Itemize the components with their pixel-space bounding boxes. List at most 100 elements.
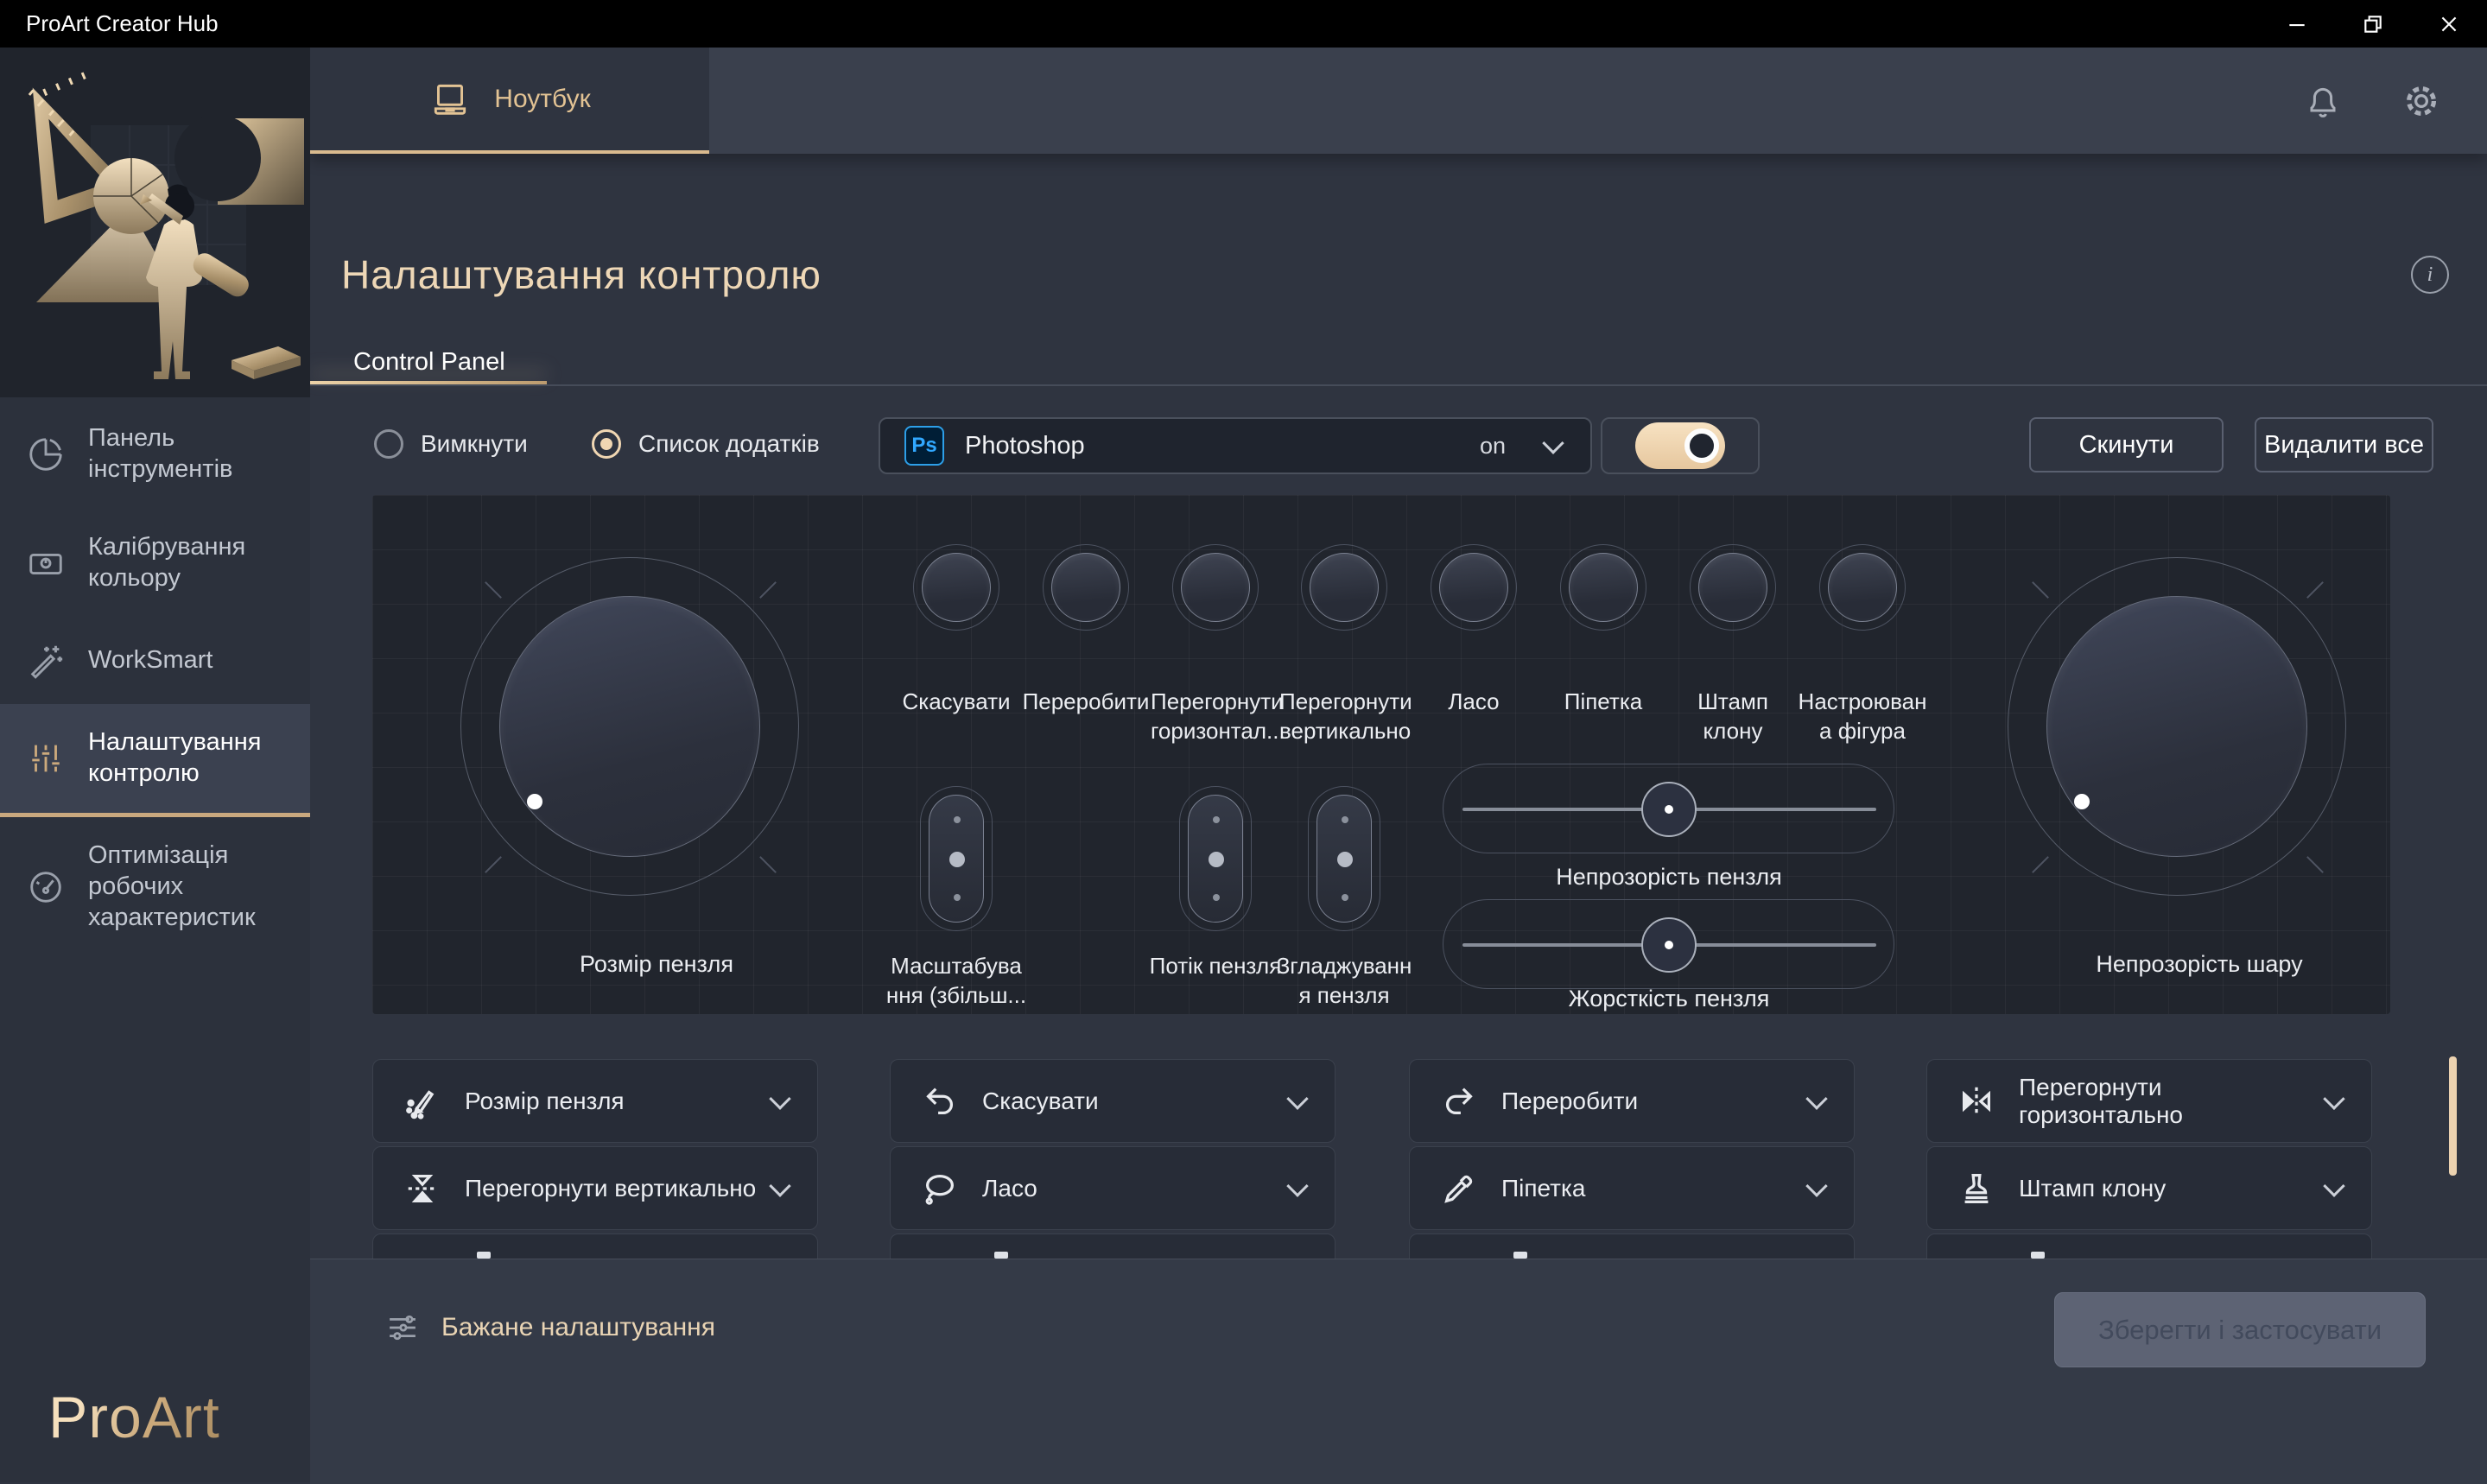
assignment-card-partial[interactable] bbox=[1409, 1233, 1855, 1259]
knob-button-undo[interactable] bbox=[913, 544, 999, 631]
h-slider-label: Жорсткість пензля bbox=[1496, 984, 1842, 1015]
sidebar-item-label: Калібрування кольору bbox=[88, 532, 245, 594]
sidebar-menu: Панель інструментів Калібрування кольору… bbox=[0, 400, 310, 957]
sidebar: Панель інструментів Калібрування кольору… bbox=[0, 48, 310, 1482]
dial-brush-size[interactable] bbox=[460, 557, 799, 896]
assignment-card-partial[interactable] bbox=[372, 1233, 818, 1259]
assignment-card-label: Перегорнути вертикально bbox=[465, 1175, 756, 1202]
assignment-card-label: Штамп клону bbox=[2019, 1175, 2166, 1202]
close-button[interactable] bbox=[2411, 0, 2487, 48]
chevron-down-icon[interactable] bbox=[1805, 1088, 1827, 1109]
knob-button-flip-vertical[interactable] bbox=[1301, 544, 1387, 631]
v-slider-zoom[interactable] bbox=[920, 786, 993, 931]
app-enable-toggle[interactable] bbox=[1635, 422, 1725, 469]
assignment-card-label: Переробити bbox=[1501, 1088, 1638, 1115]
app-select-dropdown[interactable]: Ps Photoshop on bbox=[879, 417, 1592, 474]
proart-logo: ProArt bbox=[48, 1384, 220, 1451]
v-slider-label: Згладжуванн я пензля bbox=[1249, 951, 1439, 1011]
tab-laptop-label: Ноутбук bbox=[494, 85, 590, 114]
chevron-down-icon[interactable] bbox=[1805, 1175, 1827, 1196]
chevron-down-icon[interactable] bbox=[769, 1088, 790, 1109]
v-slider-label: Масштабува ння (збільш... bbox=[861, 951, 1051, 1011]
dial-knob[interactable] bbox=[2046, 596, 2307, 857]
settings-gear-icon[interactable] bbox=[2401, 80, 2442, 122]
tab-control-panel[interactable]: Control Panel bbox=[353, 348, 505, 377]
assignment-card-label: Скасувати bbox=[982, 1088, 1099, 1115]
sidebar-item-performance[interactable]: Оптимізація робочих характеристик bbox=[0, 817, 310, 957]
photoshop-logo-icon: Ps bbox=[904, 426, 944, 466]
redo-icon bbox=[1439, 1081, 1479, 1121]
knob-button-label: Настроюван а фігура bbox=[1798, 687, 1927, 746]
controls-row: Вимкнути Список додатків Ps Photoshop on… bbox=[310, 417, 2487, 476]
h-slider-brush-hardness[interactable] bbox=[1443, 899, 1894, 989]
preferred-settings-button[interactable]: Бажане налаштування bbox=[384, 1310, 715, 1346]
clone-stamp-icon bbox=[1957, 1169, 1996, 1208]
chevron-down-icon[interactable] bbox=[769, 1175, 790, 1196]
restore-button[interactable] bbox=[2335, 0, 2411, 48]
chevron-down-icon[interactable] bbox=[2324, 1088, 2345, 1109]
knob-button-flip-horizontal[interactable] bbox=[1172, 544, 1259, 631]
assignment-card-flip-horizontal[interactable]: Перегорнути горизонтально bbox=[1926, 1059, 2372, 1143]
radio-app-list-circle-icon[interactable] bbox=[592, 429, 621, 459]
assignment-card-label: Ласо bbox=[982, 1175, 1037, 1202]
dial-indicator-dot bbox=[527, 794, 542, 809]
slider-knob[interactable] bbox=[1641, 917, 1697, 973]
notifications-bell-icon[interactable] bbox=[2302, 80, 2344, 122]
control-settings-icon bbox=[26, 739, 66, 778]
assignment-card-label: Перегорнути горизонтально bbox=[2019, 1074, 2326, 1129]
chevron-down-icon[interactable] bbox=[1286, 1175, 1308, 1196]
radio-app-list[interactable]: Список додатків bbox=[592, 429, 820, 459]
delete-all-button[interactable]: Видалити все bbox=[2255, 417, 2433, 472]
slider-knob[interactable] bbox=[1641, 782, 1697, 837]
chevron-down-icon[interactable] bbox=[1286, 1088, 1308, 1109]
knob-button-label: Перегорнути вертикально bbox=[1279, 687, 1409, 746]
sidebar-item-dashboard[interactable]: Панель інструментів bbox=[0, 400, 310, 509]
sidebar-item-color-calibration[interactable]: Калібрування кольору bbox=[0, 509, 310, 618]
dial-right-label: Непрозорість шару bbox=[2048, 949, 2351, 980]
assignment-cards: Розмір пензля Скасувати Переробити bbox=[310, 1050, 2487, 1259]
knob-button-redo[interactable] bbox=[1043, 544, 1129, 631]
sidebar-item-control-settings[interactable]: Налаштування контролю bbox=[0, 704, 310, 817]
info-icon[interactable]: i bbox=[2411, 256, 2449, 294]
app-name: Photoshop bbox=[965, 432, 1085, 460]
dial-layer-opacity[interactable] bbox=[2008, 557, 2346, 896]
dial-knob[interactable] bbox=[499, 596, 760, 857]
sidebar-item-label: WorkSmart bbox=[88, 645, 213, 676]
v-slider-brush-flow[interactable] bbox=[1179, 786, 1252, 931]
radio-disable-circle-icon[interactable] bbox=[374, 429, 403, 459]
chevron-down-icon[interactable] bbox=[2323, 1175, 2344, 1196]
knob-button-custom-shape[interactable] bbox=[1819, 544, 1906, 631]
knob-button-clone-stamp[interactable] bbox=[1690, 544, 1776, 631]
sidebar-item-label: Панель інструментів bbox=[88, 423, 232, 485]
h-slider-brush-opacity[interactable] bbox=[1443, 764, 1894, 853]
tab-laptop[interactable]: Ноутбук bbox=[310, 48, 709, 154]
chevron-down-icon[interactable] bbox=[1542, 432, 1564, 453]
assignment-card-partial[interactable] bbox=[1926, 1233, 2372, 1259]
device-tabs-bar: Ноутбук bbox=[310, 48, 2487, 154]
page-title: Налаштування контролю bbox=[341, 251, 822, 298]
flip-horizontal-icon bbox=[1957, 1081, 1996, 1121]
app-enable-toggle-box bbox=[1601, 417, 1760, 474]
v-slider-brush-smoothing[interactable] bbox=[1308, 786, 1380, 931]
assignment-card-eyedropper[interactable]: Піпетка bbox=[1409, 1146, 1855, 1230]
assignment-card-redo[interactable]: Переробити bbox=[1409, 1059, 1855, 1143]
assignment-card-flip-vertical[interactable]: Перегорнути вертикально bbox=[372, 1146, 818, 1230]
assignment-card-brush-size[interactable]: Розмір пензля bbox=[372, 1059, 818, 1143]
assignment-card-undo[interactable]: Скасувати bbox=[890, 1059, 1335, 1143]
reset-button[interactable]: Скинути bbox=[2029, 417, 2224, 472]
minimize-button[interactable] bbox=[2259, 0, 2335, 48]
knob-button-lasso[interactable] bbox=[1431, 544, 1517, 631]
dashboard-icon bbox=[26, 434, 66, 474]
assignment-card-lasso[interactable]: Ласо bbox=[890, 1146, 1335, 1230]
knob-button-label: Перегорнути горизонтал... bbox=[1151, 687, 1280, 746]
radio-disable[interactable]: Вимкнути bbox=[374, 429, 528, 459]
save-apply-button[interactable]: Зберегти і застосувати bbox=[2054, 1292, 2426, 1367]
sidebar-item-worksmart[interactable]: WorkSmart bbox=[0, 618, 310, 704]
knob-button-eyedropper[interactable] bbox=[1560, 544, 1646, 631]
app-state-value: on bbox=[1480, 433, 1506, 460]
assignment-card-clone-stamp[interactable]: Штамп клону bbox=[1926, 1146, 2372, 1230]
radio-app-list-label: Список додатків bbox=[638, 430, 820, 458]
scrollbar-thumb[interactable] bbox=[2449, 1056, 2457, 1176]
assignment-card-partial[interactable] bbox=[890, 1233, 1335, 1259]
restore-icon bbox=[2362, 13, 2384, 35]
